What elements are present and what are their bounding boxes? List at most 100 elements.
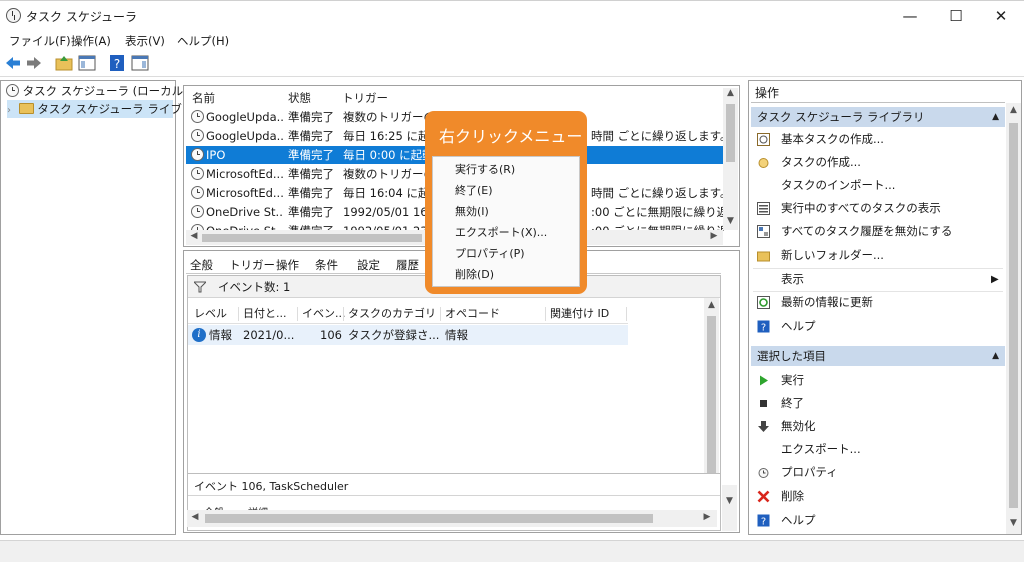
menu-file[interactable]: ファイル(F)	[9, 33, 71, 49]
context-menu-end[interactable]: 終了(E)	[455, 180, 493, 201]
tab-conditions[interactable]: 条件	[315, 257, 338, 273]
tab-history[interactable]: 履歴	[396, 257, 419, 273]
task-name: GoogleUpda...	[206, 129, 284, 143]
tab-triggers[interactable]: トリガー	[229, 257, 275, 273]
show-hide-console-tree-icon[interactable]	[78, 54, 96, 72]
column-header-trigger[interactable]: トリガー	[342, 89, 388, 107]
folder-icon	[757, 251, 770, 262]
scroll-right-icon[interactable]: ▶	[701, 512, 713, 522]
collapse-icon[interactable]: ▲	[992, 107, 999, 127]
column-header-opcode[interactable]: オペコード	[445, 304, 500, 324]
action-end[interactable]: 終了	[753, 392, 1005, 415]
column-header-name[interactable]: 名前	[192, 89, 215, 107]
action-label: ヘルプ	[781, 513, 816, 527]
task-name: GoogleUpda...	[206, 110, 284, 124]
event-count: イベント数: 1	[218, 280, 291, 294]
action-refresh[interactable]: 最新の情報に更新	[753, 291, 1005, 314]
close-button[interactable]: ✕	[978, 1, 1024, 31]
detail-horizontal-scrollbar[interactable]: ◀ ▶	[187, 510, 717, 527]
scroll-down-icon[interactable]: ▼	[1006, 518, 1021, 528]
column-header-date[interactable]: 日付と...	[243, 304, 287, 324]
filter-icon[interactable]	[194, 281, 206, 293]
tab-settings[interactable]: 設定	[357, 257, 380, 273]
scroll-left-icon[interactable]: ◀	[189, 512, 201, 522]
detail-vertical-scrollbar[interactable]: ▼	[722, 485, 737, 531]
context-menu-delete[interactable]: 削除(D)	[455, 264, 494, 285]
column-header-status[interactable]: 状態	[288, 89, 311, 107]
console-tree: タスク スケジューラ (ローカル) › タスク スケジューラ ライブラリ	[0, 80, 205, 535]
scroll-thumb[interactable]	[726, 104, 735, 162]
action-label: ヘルプ	[781, 319, 816, 333]
delete-icon	[757, 490, 770, 503]
menu-view[interactable]: 表示(V)	[125, 33, 165, 49]
tree-item-library[interactable]: › タスク スケジューラ ライブラリ	[7, 100, 205, 118]
task-trigger-tail: 時間 ごとに繰り返します。	[591, 186, 724, 200]
event-detail-title: イベント 106, TaskScheduler	[194, 480, 349, 493]
event-row[interactable]: i 情報 2021/0... 106 タスクが登録さ... 情報	[188, 325, 628, 345]
scroll-right-icon[interactable]: ▶	[708, 231, 720, 241]
minimize-button[interactable]: —	[887, 1, 933, 31]
event-date: 2021/0...	[243, 328, 295, 342]
action-help-selected[interactable]: ? ヘルプ	[753, 509, 1005, 532]
column-header-event-id[interactable]: イベン...	[302, 304, 346, 324]
action-properties[interactable]: プロパティ	[753, 461, 1005, 484]
scroll-up-icon[interactable]: ▲	[704, 300, 719, 310]
context-menu-run[interactable]: 実行する(R)	[455, 159, 515, 180]
event-id: 106	[320, 328, 342, 342]
refresh-icon	[757, 296, 770, 309]
tab-actions[interactable]: 操作	[276, 257, 299, 273]
scroll-thumb[interactable]	[1009, 123, 1018, 508]
collapse-icon[interactable]: ▲	[992, 346, 999, 366]
scroll-down-icon[interactable]: ▼	[723, 216, 738, 226]
scroll-thumb[interactable]	[707, 316, 716, 476]
action-create-task[interactable]: タスクの作成...	[753, 151, 1005, 174]
actions-vertical-scrollbar[interactable]: ▲ ▼	[1006, 103, 1021, 534]
help-icon[interactable]: ?	[108, 54, 126, 72]
action-new-folder[interactable]: 新しいフォルダー...	[753, 244, 1005, 267]
forward-icon[interactable]	[25, 54, 43, 72]
action-run[interactable]: 実行	[753, 369, 1005, 392]
action-delete[interactable]: 削除	[753, 485, 1005, 508]
action-disable-all-history[interactable]: すべてのタスク履歴を無効にする	[753, 220, 1005, 243]
task-list-vertical-scrollbar[interactable]: ▲ ▼	[723, 88, 738, 230]
action-help-library[interactable]: ? ヘルプ	[753, 315, 1005, 338]
action-import-task[interactable]: タスクのインポート...	[753, 174, 1005, 197]
scroll-down-icon[interactable]: ▼	[722, 496, 737, 506]
task-status: 準備完了	[288, 129, 334, 143]
column-header-correlation-id[interactable]: 関連付け ID	[550, 304, 609, 324]
action-disable[interactable]: 無効化	[753, 415, 1005, 438]
back-icon[interactable]	[4, 54, 22, 72]
scroll-up-icon[interactable]: ▲	[723, 88, 738, 98]
menu-help[interactable]: ヘルプ(H)	[177, 33, 229, 49]
tree-item-local[interactable]: タスク スケジューラ (ローカル)	[6, 82, 188, 100]
context-menu-export[interactable]: エクスポート(X)...	[455, 222, 547, 243]
maximize-button[interactable]: ☐	[933, 1, 979, 31]
actions-pane: 操作 タスク スケジューラ ライブラリ ▲ 基本タスクの作成... タスクの作成…	[748, 80, 1022, 535]
action-create-basic-task[interactable]: 基本タスクの作成...	[753, 128, 1005, 151]
event-grid-header: レベル 日付と... イベン... タスクのカテゴリ オペコード 関連付け ID	[188, 304, 628, 324]
column-header-level[interactable]: レベル	[194, 304, 227, 324]
chevron-right-icon[interactable]: ›	[7, 105, 11, 116]
clock-icon	[6, 84, 19, 97]
section-header-library[interactable]: タスク スケジューラ ライブラリ ▲	[751, 107, 1005, 127]
scroll-up-icon[interactable]: ▲	[1006, 105, 1021, 115]
basic-task-icon	[757, 133, 770, 146]
scroll-thumb[interactable]	[202, 234, 422, 242]
column-header-category[interactable]: タスクのカテゴリ	[348, 304, 436, 324]
context-menu-properties[interactable]: プロパティ(P)	[455, 243, 525, 264]
up-folder-icon[interactable]	[55, 54, 73, 72]
action-label: プロパティ	[781, 465, 838, 479]
context-menu-disable[interactable]: 無効(I)	[455, 201, 489, 222]
disable-arrow-icon	[758, 421, 769, 432]
tab-general[interactable]: 全般	[190, 257, 213, 273]
task-status: 準備完了	[288, 167, 334, 181]
section-header-selected-item[interactable]: 選択した項目 ▲	[751, 346, 1005, 366]
scroll-thumb[interactable]	[205, 514, 653, 523]
task-clock-icon	[191, 110, 204, 123]
action-display-running-tasks[interactable]: 実行中のすべてのタスクの表示	[753, 197, 1005, 220]
menu-action[interactable]: 操作(A)	[71, 33, 111, 49]
action-export[interactable]: エクスポート...	[753, 438, 1005, 461]
action-view-submenu[interactable]: 表示 ▶	[753, 268, 1005, 291]
scroll-left-icon[interactable]: ◀	[188, 231, 200, 241]
show-hide-action-pane-icon[interactable]	[131, 54, 149, 72]
